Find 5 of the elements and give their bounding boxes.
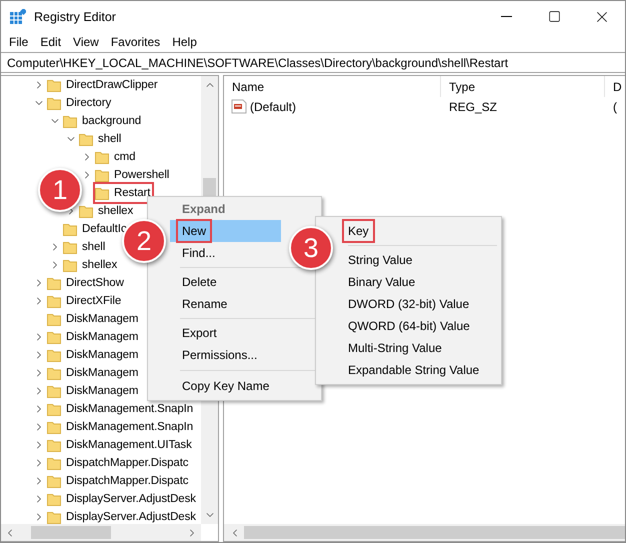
table-cell: ( — [613, 100, 617, 114]
step-number-badge: 1 — [38, 168, 82, 212]
table-cell: (Default) — [250, 100, 296, 114]
window-title: Registry Editor — [34, 10, 117, 24]
table-cell: REG_SZ — [449, 100, 498, 114]
